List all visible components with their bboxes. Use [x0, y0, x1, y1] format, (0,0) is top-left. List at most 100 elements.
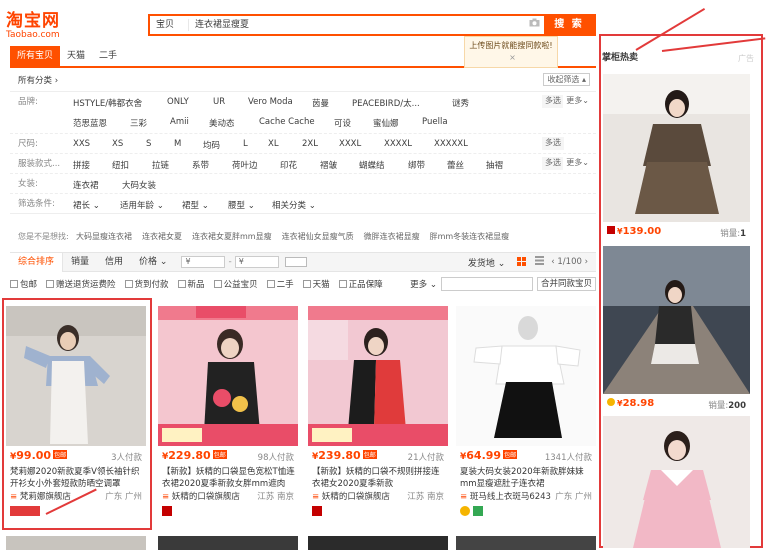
- opt-new[interactable]: 新品: [177, 278, 205, 290]
- style-item[interactable]: 蝴蝶结: [359, 159, 385, 171]
- product-title[interactable]: 【新款】妖精的口袋不规则拼接连衣裙女2020夏季新款: [312, 466, 446, 490]
- price-range-toggle[interactable]: [284, 257, 307, 267]
- size-item[interactable]: 均码: [203, 139, 220, 151]
- style-item[interactable]: 纽扣: [112, 159, 129, 171]
- opt-charity[interactable]: 公益宝贝: [213, 278, 258, 290]
- size-item[interactable]: XS: [112, 139, 123, 149]
- cond-item[interactable]: 裙型 ⌄: [182, 199, 209, 211]
- style-more-button[interactable]: 更多⌄: [563, 157, 592, 170]
- suggestion-link[interactable]: 微胖连衣裙显瘦: [364, 231, 420, 242]
- style-item[interactable]: 拼接: [73, 159, 90, 171]
- search-category-select[interactable]: 宝贝: [150, 16, 188, 34]
- opt-return-ins[interactable]: 赠送退货运费险: [46, 278, 116, 290]
- product-title[interactable]: 【新款】妖精的口袋显色宽松T恤连衣裙2020夏季新款女胖mm遮肉: [162, 466, 296, 490]
- product-image-partial[interactable]: [308, 536, 448, 550]
- opt-tmall[interactable]: 天猫: [302, 278, 330, 290]
- brand-item[interactable]: Puella: [422, 117, 448, 127]
- brand-more-button[interactable]: 更多⌄: [563, 95, 592, 108]
- cond-item[interactable]: 适用年龄 ⌄: [120, 199, 164, 211]
- side-item[interactable]: [603, 416, 750, 548]
- product-image-partial[interactable]: [158, 536, 298, 550]
- side-item-image[interactable]: [603, 416, 750, 548]
- style-item[interactable]: 褶皱: [320, 159, 337, 171]
- brand-item[interactable]: Vero Moda: [248, 97, 293, 107]
- product-card[interactable]: ¥239.80 包邮 21人付款 【新款】妖精的口袋不规则拼接连衣裙女2020夏季…: [308, 306, 448, 526]
- sort-price[interactable]: 价格 ⌄: [131, 253, 175, 272]
- collapse-filter-button[interactable]: 收起筛选 ▴: [543, 73, 590, 86]
- size-item[interactable]: XXXXL: [384, 139, 412, 149]
- style-item[interactable]: 荷叶边: [232, 159, 258, 171]
- brand-item[interactable]: Amii: [170, 117, 189, 127]
- suggestion-link[interactable]: 大码显瘦连衣裙: [76, 231, 132, 242]
- tab-all[interactable]: 所有宝贝: [10, 46, 61, 66]
- ship-from-select[interactable]: 发货地 ⌄: [468, 256, 505, 269]
- style-item[interactable]: 抽褶: [486, 159, 503, 171]
- prev-page-icon[interactable]: ‹: [551, 257, 554, 267]
- opt-genuine[interactable]: 正品保障: [338, 278, 383, 290]
- side-item-image[interactable]: [603, 246, 750, 394]
- style-item[interactable]: 绑带: [408, 159, 425, 171]
- product-image[interactable]: [456, 306, 596, 446]
- opt-cod[interactable]: 货到付款: [124, 278, 169, 290]
- filter-text-input[interactable]: [440, 277, 533, 291]
- brand-item[interactable]: 范思蓝恩: [73, 117, 107, 129]
- suggestion-link[interactable]: 连衣裙女夏: [142, 231, 182, 242]
- product-title[interactable]: 夏装大码女装2020年新款胖妹妹mm显瘦遮肚子连衣裙: [460, 466, 594, 490]
- brand-item[interactable]: 茵曼: [312, 97, 329, 109]
- checkbox[interactable]: [124, 280, 133, 288]
- suggestion-link[interactable]: 连衣裙仙女显瘦气质: [282, 231, 354, 242]
- product-image-partial[interactable]: [456, 536, 596, 550]
- checkbox[interactable]: [338, 280, 347, 288]
- product-image-partial[interactable]: [6, 536, 146, 550]
- suggestion-link[interactable]: 胖mm冬装连衣裙显瘦: [430, 231, 510, 242]
- camera-icon[interactable]: [524, 16, 544, 34]
- size-item[interactable]: XXS: [73, 139, 90, 149]
- brand-multi-button[interactable]: 多选: [542, 95, 564, 108]
- sort-default[interactable]: 综合排序: [10, 252, 64, 272]
- size-item[interactable]: S: [146, 139, 151, 149]
- checkbox[interactable]: [302, 280, 311, 288]
- women-item[interactable]: 连衣裙: [73, 179, 99, 191]
- size-multi-button[interactable]: 多选: [542, 137, 564, 150]
- product-image[interactable]: [308, 306, 448, 446]
- style-item[interactable]: 印花: [280, 159, 297, 171]
- style-item[interactable]: 拉链: [152, 159, 169, 171]
- opts-more[interactable]: 更多 ⌄: [410, 278, 437, 290]
- checkbox[interactable]: [46, 280, 55, 288]
- cond-item[interactable]: 裙长 ⌄: [73, 199, 100, 211]
- product-card[interactable]: ¥229.80 包邮 98人付款 【新款】妖精的口袋显色宽松T恤连衣裙2020夏季…: [158, 306, 298, 526]
- brand-item[interactable]: 谜秀: [452, 97, 469, 109]
- side-item[interactable]: ¥139.00 销量:1: [603, 74, 750, 239]
- product-image[interactable]: [158, 306, 298, 446]
- merge-same-button[interactable]: 合并同款宝贝: [536, 277, 596, 291]
- list-view-icon[interactable]: [535, 256, 545, 268]
- brand-item[interactable]: ONLY: [167, 97, 189, 107]
- style-item[interactable]: 蕾丝: [447, 159, 464, 171]
- checkbox[interactable]: [177, 280, 186, 288]
- brand-item[interactable]: UR: [213, 97, 225, 107]
- size-item[interactable]: M: [174, 139, 181, 149]
- taobao-logo[interactable]: 淘宝网 Taobao.com: [6, 12, 68, 40]
- style-item[interactable]: 系带: [192, 159, 209, 171]
- tab-tmall[interactable]: 天猫: [60, 46, 92, 66]
- grid-view-icon[interactable]: [517, 257, 529, 267]
- size-item[interactable]: XXXL: [339, 139, 361, 149]
- search-input[interactable]: 连衣裙显瘦夏: [189, 16, 524, 34]
- brand-item[interactable]: 可设: [334, 117, 351, 129]
- next-page-icon[interactable]: ›: [585, 257, 588, 267]
- search-button[interactable]: 搜 索: [544, 16, 594, 34]
- brand-item[interactable]: 蜜仙娜: [373, 117, 399, 129]
- shop-link[interactable]: ≡ 妖精的口袋旗舰店: [162, 490, 240, 502]
- opt-free-ship[interactable]: 包邮: [10, 278, 37, 290]
- women-item[interactable]: 大码女装: [122, 179, 156, 191]
- checkbox[interactable]: [213, 280, 222, 288]
- brand-item[interactable]: HSTYLE/韩都衣舍: [73, 97, 142, 109]
- size-item[interactable]: L: [243, 139, 248, 149]
- price-to-input[interactable]: ¥: [234, 256, 279, 268]
- cond-item[interactable]: 腰型 ⌄: [228, 199, 255, 211]
- shop-link[interactable]: ≡ 妖精的口袋旗舰店: [312, 490, 390, 502]
- sort-credit[interactable]: 信用: [97, 253, 131, 272]
- side-item[interactable]: ¥28.98 销量:200: [603, 246, 750, 411]
- checkbox[interactable]: [266, 280, 275, 288]
- opt-secondhand[interactable]: 二手: [266, 278, 294, 290]
